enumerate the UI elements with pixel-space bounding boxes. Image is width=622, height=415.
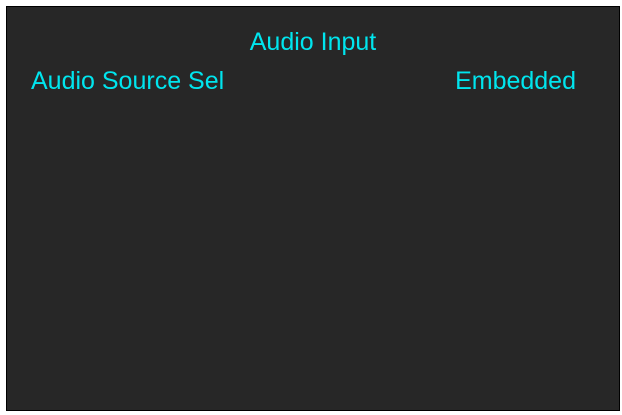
audio-input-menu-screen: Audio Input Audio Source Sel Embedded [6, 6, 620, 411]
menu-title: Audio Input [249, 28, 377, 56]
menu-item-value[interactable]: Embedded [455, 65, 576, 97]
menu-item-audio-source-sel[interactable]: Audio Source Sel Embedded [7, 65, 619, 97]
menu-item-label: Audio Source Sel [31, 67, 225, 95]
